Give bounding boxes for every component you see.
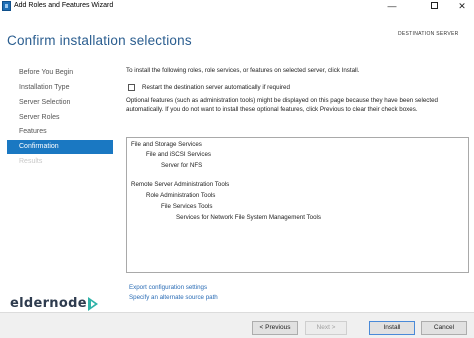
list-item: File and iSCSI Services (146, 151, 211, 158)
eldernode-wordmark: eldernode (10, 296, 87, 311)
main-content: To install the following roles, role ser… (126, 62, 472, 312)
previous-button[interactable]: < Previous (252, 321, 298, 335)
nav-item-installation-type[interactable]: Installation Type (7, 81, 113, 95)
page-title: Confirm installation selections (7, 33, 192, 48)
wizard-footer: < Previous Next > Install Cancel (0, 312, 474, 338)
next-button: Next > (305, 321, 347, 335)
list-item: Server for NFS (161, 162, 203, 169)
restart-checkbox[interactable] (128, 84, 135, 91)
nav-item-server-selection[interactable]: Server Selection (7, 96, 113, 110)
list-item: Services for Network File System Managem… (176, 214, 321, 221)
install-button[interactable]: Install (369, 321, 415, 335)
restart-checkbox-label[interactable]: Restart the destination server automatic… (142, 83, 290, 92)
selections-list: File and Storage Services File and iSCSI… (126, 137, 469, 273)
nav-item-server-roles[interactable]: Server Roles (7, 111, 113, 125)
nav-item-features[interactable]: Features (7, 125, 113, 139)
export-configuration-link[interactable]: Export configuration settings (129, 283, 207, 292)
optional-features-note: Optional features (such as administratio… (126, 97, 438, 113)
nav-item-confirmation[interactable]: Confirmation (7, 140, 113, 154)
wizard-nav: Before You Begin Installation Type Serve… (0, 62, 118, 312)
maximize-icon[interactable] (420, 0, 448, 13)
alternate-source-link[interactable]: Specify an alternate source path (129, 293, 218, 302)
close-icon[interactable]: ✕ (448, 0, 474, 13)
list-item: File and Storage Services (131, 141, 202, 148)
list-item: Remote Server Administration Tools (131, 181, 230, 188)
nav-item-before-you-begin[interactable]: Before You Begin (7, 66, 113, 80)
destination-server-label: DESTINATION SERVER (398, 31, 459, 37)
list-item: File Services Tools (161, 203, 213, 210)
wizard-header: Confirm installation selections DESTINAT… (0, 14, 474, 60)
list-item: Role Administration Tools (146, 192, 216, 199)
window-titlebar: Add Roles and Features Wizard — ✕ (0, 0, 474, 14)
window-title: Add Roles and Features Wizard (14, 2, 114, 9)
intro-text: To install the following roles, role ser… (126, 67, 360, 74)
minimize-icon[interactable]: — (378, 0, 406, 13)
cancel-button[interactable]: Cancel (421, 321, 467, 335)
nav-item-results: Results (19, 158, 43, 165)
app-icon (2, 1, 11, 11)
